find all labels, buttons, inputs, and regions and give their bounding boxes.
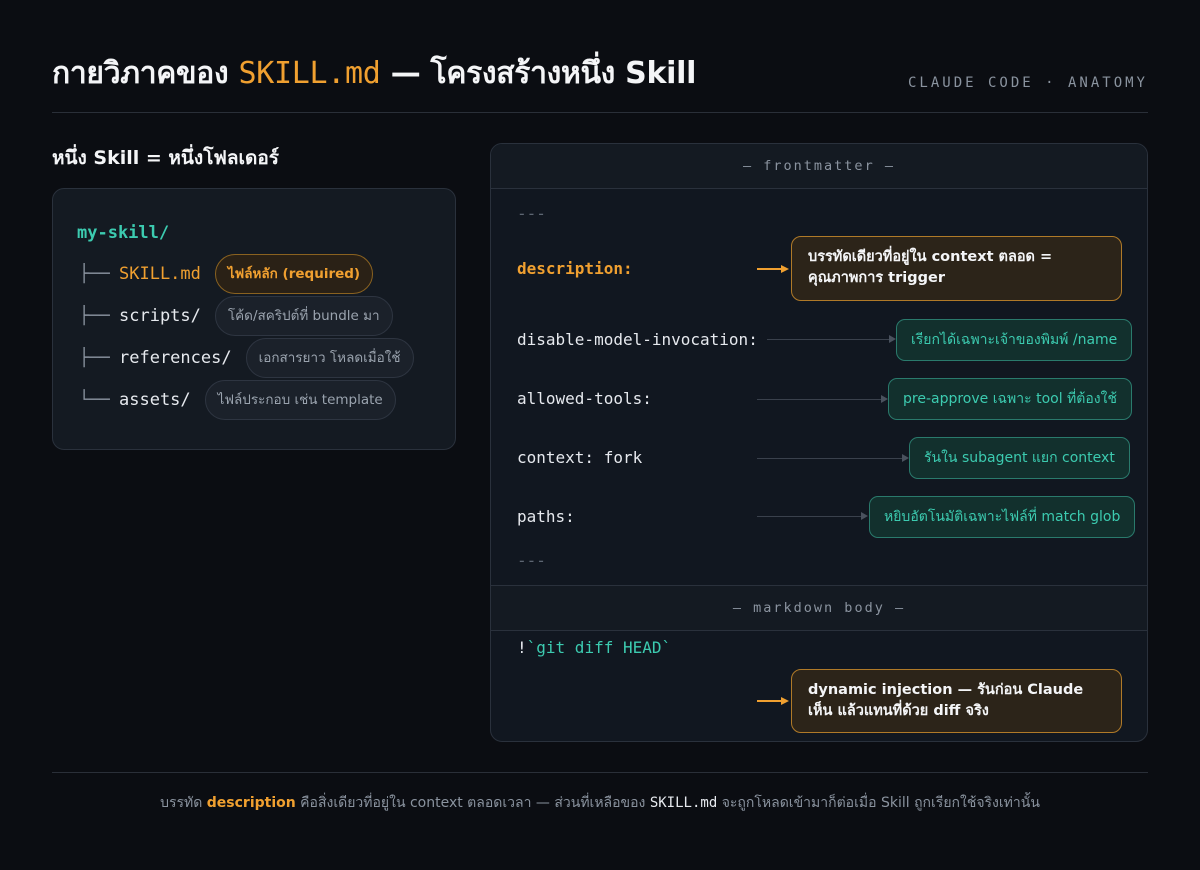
tree-branch: ├── (79, 348, 110, 368)
tree-branch: └── (79, 390, 110, 410)
skill-md-card: — frontmatter — --- description: บรรทัดเ… (490, 143, 1148, 742)
field-key-allowed-tools: allowed-tools: (517, 389, 652, 408)
field-key-description: description: (517, 259, 633, 278)
connector-line (767, 339, 889, 340)
frontmatter-close-dashes: --- (517, 551, 546, 570)
file-name: references/ (119, 348, 232, 368)
divider (491, 630, 1147, 631)
footer-divider (52, 772, 1148, 773)
connector-line (757, 399, 881, 400)
tree-item-references: ├── references/ เอกสารยาว โหลดเมื่อใช้ (79, 337, 414, 379)
field-key-paths: paths: (517, 507, 575, 526)
arrow-icon (881, 395, 888, 403)
footer-pre: บรรทัด (160, 795, 207, 811)
title-suffix: — โครงสร้างหนึ่ง Skill (380, 56, 697, 91)
arrow-icon (861, 512, 868, 520)
footer-code: SKILL.md (649, 795, 718, 811)
connector-line (757, 268, 781, 270)
bang-prefix: ! (517, 638, 527, 657)
file-tag: ไฟล์ประกอบ เช่น template (204, 380, 396, 420)
title-prefix: กายวิภาคของ (52, 56, 239, 91)
footer-mid: คือสิ่งเดียวที่อยู่ใน context ตลอดเวลา —… (295, 795, 650, 811)
note-description: บรรทัดเดียวที่อยู่ใน context ตลอด = คุณภ… (791, 236, 1122, 301)
note-disable-model-invocation: เรียกได้เฉพาะเจ้าของพิมพ์ /name (896, 319, 1133, 361)
connector-line (757, 516, 861, 517)
divider (491, 188, 1147, 189)
file-tag: โค้ด/สคริปต์ที่ bundle มา (214, 296, 393, 336)
arrow-icon (889, 335, 896, 343)
file-tag: เอกสารยาว โหลดเมื่อใช้ (245, 338, 414, 378)
frontmatter-header: — frontmatter — (491, 144, 1147, 188)
note-context-fork: รันใน subagent แยก context (909, 437, 1130, 479)
body-command: !`git diff HEAD` (517, 638, 671, 657)
file-name: assets/ (119, 390, 191, 410)
arrow-icon (781, 265, 789, 273)
page-title: กายวิภาคของ SKILL.md — โครงสร้างหนึ่ง Sk… (52, 50, 696, 97)
markdown-body-header: — markdown body — (491, 586, 1147, 630)
arrow-icon (902, 454, 909, 462)
field-key-disable-model-invocation: disable-model-invocation: (517, 330, 758, 349)
tree-item-skill-md: ├── SKILL.md ไฟล์หลัก (required) (79, 253, 374, 295)
folder-root: my-skill/ (77, 223, 170, 243)
note-dynamic-injection: dynamic injection — รันก่อน Claude เห็น … (791, 669, 1122, 733)
file-tag: ไฟล์หลัก (required) (214, 254, 374, 294)
file-name: SKILL.md (119, 264, 201, 284)
title-accent: SKILL.md (238, 56, 381, 91)
frontmatter-open-dashes: --- (517, 204, 546, 223)
tree-branch: ├── (79, 264, 110, 284)
header-kicker: CLAUDE CODE · ANATOMY (907, 75, 1148, 91)
tree-branch: ├── (79, 306, 110, 326)
tree-item-assets: └── assets/ ไฟล์ประกอบ เช่น template (79, 379, 396, 421)
body-command-code: `git diff HEAD` (526, 638, 672, 657)
field-key-context-fork: context: fork (517, 448, 643, 467)
footer-caption: บรรทัด description คือสิ่งเดียวที่อยู่ใน… (0, 792, 1200, 814)
folder-tree-card: my-skill/ ├── SKILL.md ไฟล์หลัก (require… (52, 188, 456, 450)
footer-highlight: description (206, 795, 296, 811)
header-divider (52, 112, 1148, 113)
tree-item-scripts: ├── scripts/ โค้ด/สคริปต์ที่ bundle มา (79, 295, 393, 337)
folder-heading: หนึ่ง Skill = หนึ่งโฟลเดอร์ (52, 147, 279, 169)
connector-line (757, 700, 781, 702)
arrow-icon (781, 697, 789, 705)
connector-line (757, 458, 902, 459)
note-paths: หยิบอัตโนมัติเฉพาะไฟล์ที่ match glob (869, 496, 1136, 538)
note-allowed-tools: pre-approve เฉพาะ tool ที่ต้องใช้ (888, 378, 1132, 420)
footer-post: จะถูกโหลดเข้ามาก็ต่อเมื่อ Skill ถูกเรียก… (717, 795, 1040, 811)
file-name: scripts/ (119, 306, 201, 326)
